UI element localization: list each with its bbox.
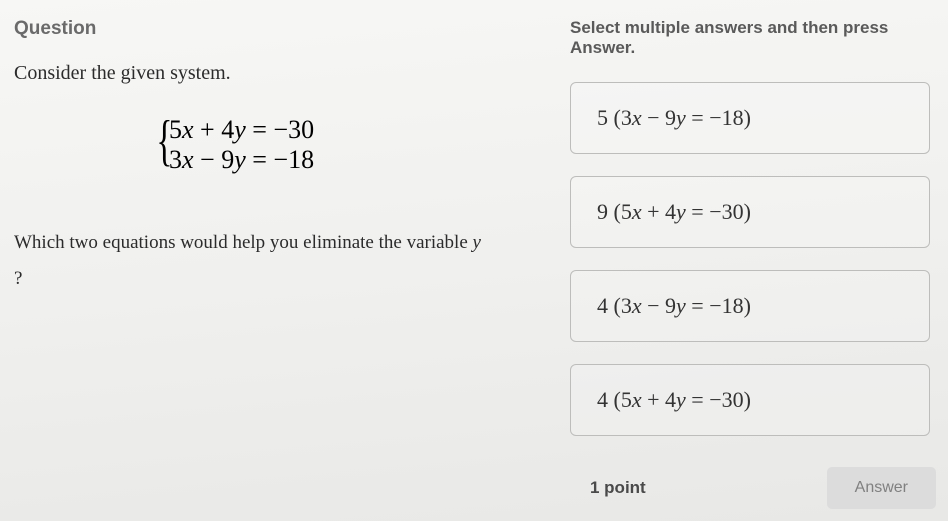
equation-1: 5x + 4y = −30 (169, 115, 548, 145)
answer-button[interactable]: Answer (827, 467, 936, 509)
brace-icon: { (156, 109, 172, 173)
question-prompt: Which two equations would help you elimi… (14, 225, 548, 297)
choice-3[interactable]: 4 (3x − 9y = −18) (570, 270, 930, 342)
equation-2: 3x − 9y = −18 (169, 145, 548, 175)
question-label: Question (14, 18, 548, 40)
choice-2[interactable]: 9 (5x + 4y = −30) (570, 176, 930, 248)
answer-instruction: Select multiple answers and then press A… (570, 18, 948, 58)
choice-4[interactable]: 4 (5x + 4y = −30) (570, 364, 930, 436)
choice-1[interactable]: 5 (3x − 9y = −18) (570, 82, 930, 154)
points-label: 1 point (590, 478, 646, 498)
question-intro: Consider the given system. (14, 62, 548, 85)
equation-system: { 5x + 4y = −30 3x − 9y = −18 (169, 115, 548, 175)
answer-choices: 5 (3x − 9y = −18) 9 (5x + 4y = −30) 4 (3… (570, 82, 948, 436)
